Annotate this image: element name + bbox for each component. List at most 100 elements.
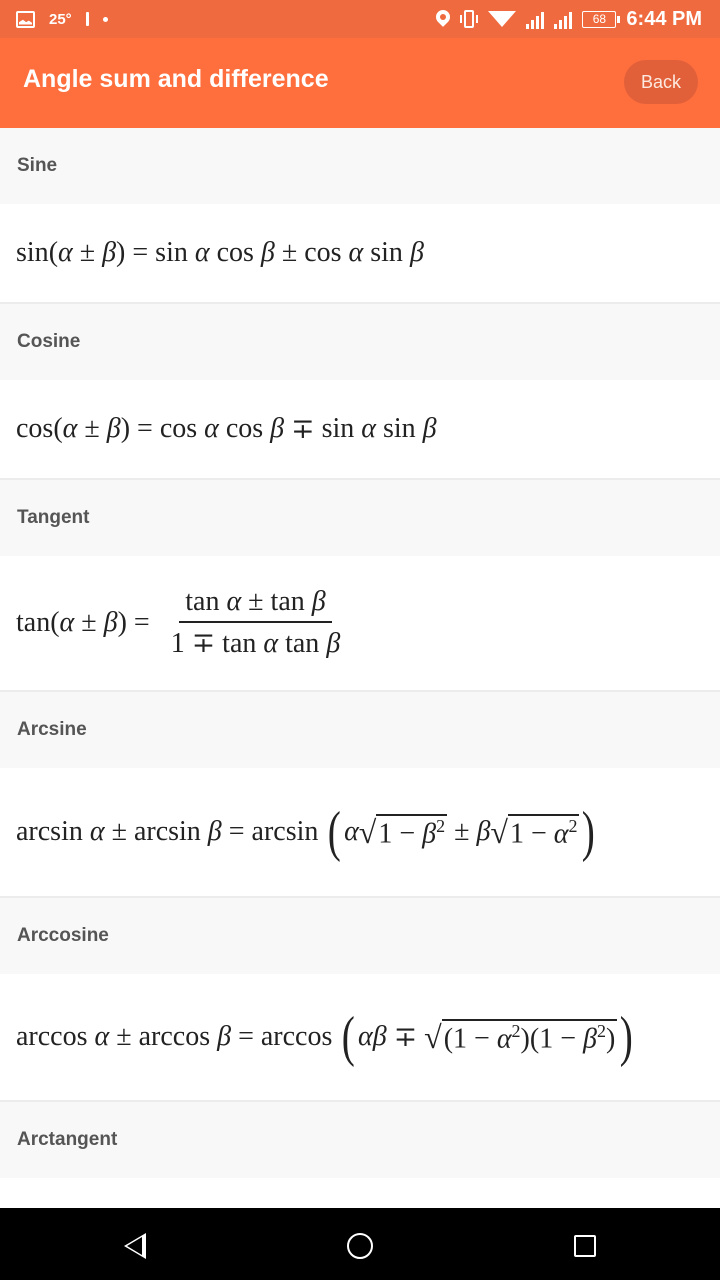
var: β [476,816,491,847]
battery-icon: 68 [582,10,621,28]
back-triangle-icon [124,1233,146,1259]
fn: arccos [260,1021,333,1052]
signal-3g-icon [526,9,545,29]
nav-recents-button[interactable] [567,1228,603,1264]
notification-dot-icon [102,16,108,22]
var: α [94,1021,110,1052]
var: β [102,237,117,268]
formula-arcsine: arcsin α ± arcsin β = arcsin (α √ 1− β2 ± β √ 1− α2) [0,768,720,898]
var: β [422,413,437,444]
fn: arccos [16,1021,88,1052]
section-header-arcsine: Arcsine [0,692,720,768]
back-button[interactable]: Back [624,60,698,104]
square-root: √ 1− α2 [490,813,580,850]
section-header-tangent: Tangent [0,480,720,556]
section-header-arccosine: Arccosine [0,898,720,974]
op: = [228,816,245,847]
var: β [260,237,275,268]
numerator: tan α ± tan β [179,586,332,623]
formula-list: Sine sin(α ± β) = sin α cos β ± cos α sin β Co… [0,128,720,1278]
op: ± [454,816,470,847]
var: β [270,413,285,444]
op: ∓ [393,1022,418,1053]
op: = [132,237,149,268]
var: β [217,1021,232,1052]
var: α [204,413,219,444]
nav-home-button[interactable] [342,1228,378,1264]
denominator: 1 ∓ tan α tan β [170,628,341,659]
var: β [372,1021,387,1052]
op: ± [116,1021,132,1052]
square-root: √ (1− α2)(1− β2) [424,1018,618,1055]
paren: ) [116,237,126,268]
op: ± [111,816,127,847]
var: α [361,413,376,444]
op: = [137,413,153,444]
fn: tan [16,607,51,638]
recents-square-icon [574,1235,596,1257]
fn: sin [370,237,403,268]
big-paren: ( [328,801,342,863]
formula-tangent: tan(α ± β) = tan α ± tan β 1 ∓ tan α tan β [0,556,720,692]
signal-glyph-icon [85,12,89,26]
square-root: √ 1− β2 [358,813,448,850]
big-paren: ( [342,1006,356,1068]
fn: arcsin [251,816,319,847]
paren: ) [120,413,131,444]
fn: arcsin [133,816,201,847]
clock: 6:44 PM [626,7,702,30]
op: = [238,1021,254,1052]
paren: ( [48,237,59,268]
op: ± [84,413,100,444]
var: α [344,816,359,847]
op: ± [281,237,298,268]
var: α [194,237,210,268]
var: β [106,413,121,444]
paren: ( [50,607,60,638]
op: = [133,607,150,638]
fn: sin [16,237,49,268]
navigation-bar [0,1208,720,1280]
var: α [62,413,78,444]
location-icon [436,10,450,28]
signal-g-icon [554,9,573,29]
big-paren: ) [620,1006,634,1068]
var: α [59,607,75,638]
home-circle-icon [347,1233,373,1259]
var: α [358,1021,373,1052]
nav-back-button[interactable] [117,1228,153,1264]
paren: ( [53,413,63,444]
fn: arcsin [16,816,83,847]
fn: cos [216,237,254,268]
fn: cos [16,413,54,444]
fn: cos [304,237,342,268]
fn: arccos [138,1021,211,1052]
image-icon [16,10,35,28]
fn: sin [382,413,416,444]
page-title: Angle sum and difference [23,65,329,93]
big-paren: ) [582,801,596,863]
var: β [207,816,222,847]
var: α [348,237,364,268]
fn: sin [155,237,188,268]
app-bar: Angle sum and difference Back [0,38,720,128]
var: β [409,237,424,268]
formula-cosine: cos(α ± β) = cos α cos β ∓ sin α sin β [0,380,720,480]
status-bar: 25° 68 6:44 PM [0,0,720,38]
section-header-arctangent: Arctangent [0,1102,720,1178]
op: ∓ [291,414,315,445]
op: ± [79,237,96,268]
fn: cos [225,413,264,444]
section-header-sine: Sine [0,128,720,204]
section-header-cosine: Cosine [0,304,720,380]
var: α [58,237,73,268]
formula-sine: sin(α ± β) = sin α cos β ± cos α sin β [0,204,720,304]
wifi-icon [488,11,517,27]
vibrate-icon [460,10,479,28]
fn: cos [159,413,198,444]
var: β [103,607,118,638]
fraction: tan α ± tan β 1 ∓ tan α tan β [165,586,347,660]
var: α [89,816,105,847]
formula-arccosine: arccos α ± arccos β = arccos (α β ∓ √ (1− α2)(1− β… [0,974,720,1102]
fn: sin [321,413,355,444]
